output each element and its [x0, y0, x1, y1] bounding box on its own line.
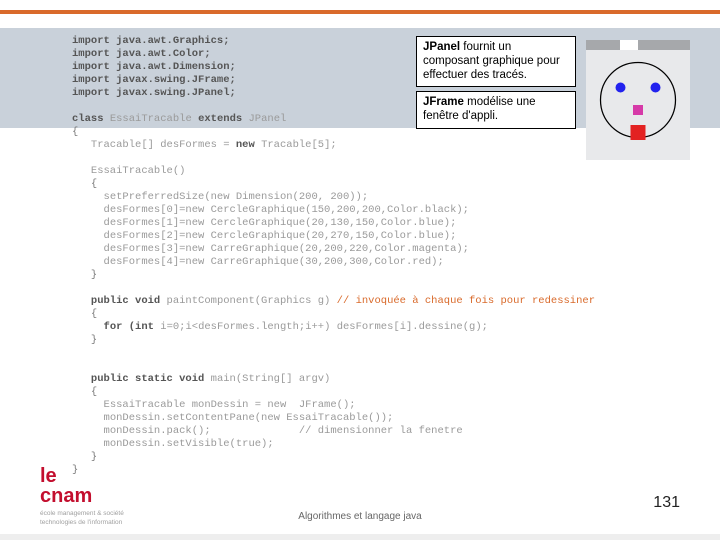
for-kw: for: [104, 321, 123, 333]
import-line: import java.awt.Graphics;: [72, 35, 230, 47]
ctor-line: desFormes[3]=new CarreGraphique(20,200,2…: [104, 243, 469, 255]
callout-jframe: JFrame modélise une fenêtre d'appli.: [416, 91, 576, 129]
ctor-head: EssaiTracable(): [91, 165, 186, 177]
import-line: import javax.swing.JPanel;: [72, 87, 236, 99]
bottom-bar: [0, 534, 720, 540]
shape-square-magenta: [633, 105, 643, 115]
slide: import java.awt.Graphics; import java.aw…: [0, 0, 720, 540]
ctor-line: desFormes[2]=new CercleGraphique(20,270,…: [104, 230, 457, 242]
shape-circle-blue-right: [651, 83, 661, 93]
field-a: Tracable[] desFormes =: [91, 139, 230, 151]
footer-caption: Algorithmes et langage java: [0, 511, 720, 522]
shape-circle-blue-left: [616, 83, 626, 93]
callouts: JPanel fournit un composant graphique po…: [416, 36, 576, 133]
field-c: Tracable[5];: [261, 139, 337, 151]
import-line: import javax.swing.JFrame;: [72, 74, 236, 86]
import-line: import java.awt.Color;: [72, 48, 211, 60]
import-line: import java.awt.Dimension;: [72, 61, 236, 73]
demo-window: [586, 40, 690, 160]
main-line: monDessin.setContentPane(new EssaiTracab…: [104, 412, 394, 424]
callout-key: JFrame: [423, 96, 464, 108]
ctor-line: setPreferredSize(new Dimension(200, 200)…: [104, 191, 369, 203]
main-line: EssaiTracable monDessin = new JFrame();: [104, 399, 356, 411]
class-kw: class: [72, 113, 104, 125]
main-sig-a: public static void: [91, 373, 204, 385]
main-line: monDessin.pack(); // dimensionner la fen…: [104, 425, 463, 437]
main-sig-b: main(String[] argv): [211, 373, 331, 385]
extends-name: JPanel: [248, 113, 286, 125]
demo-titlebar: [586, 40, 690, 50]
ctor-line: desFormes[0]=new CercleGraphique(150,200…: [104, 204, 469, 216]
demo-canvas: [586, 50, 690, 160]
paint-sig-b: paintComponent(Graphics g): [167, 295, 331, 307]
demo-panel: [586, 50, 690, 160]
ctor-line: desFormes[1]=new CercleGraphique(20,130,…: [104, 217, 457, 229]
callout-jpanel: JPanel fournit un composant graphique po…: [416, 36, 576, 87]
new-kw: new: [236, 139, 255, 151]
paint-sig-a: public void: [91, 295, 160, 307]
class-name: EssaiTracable: [110, 113, 192, 125]
logo-cnam-text: cnam: [40, 485, 92, 507]
main-line: monDessin.setVisible(true);: [104, 438, 274, 450]
page-number: 131: [653, 494, 680, 512]
extends-kw: extends: [198, 113, 242, 125]
ctor-line: desFormes[4]=new CarreGraphique(30,200,3…: [104, 256, 444, 268]
for-body: i=0;i<desFormes.length;i++) desFormes[i]…: [160, 321, 488, 333]
callout-key: JPanel: [423, 41, 460, 53]
shape-square-red: [631, 125, 646, 140]
paint-comment: // invoquée à chaque fois pour redessine…: [337, 295, 595, 307]
accent-bar: [0, 10, 720, 14]
int-kw: (int: [129, 321, 154, 333]
